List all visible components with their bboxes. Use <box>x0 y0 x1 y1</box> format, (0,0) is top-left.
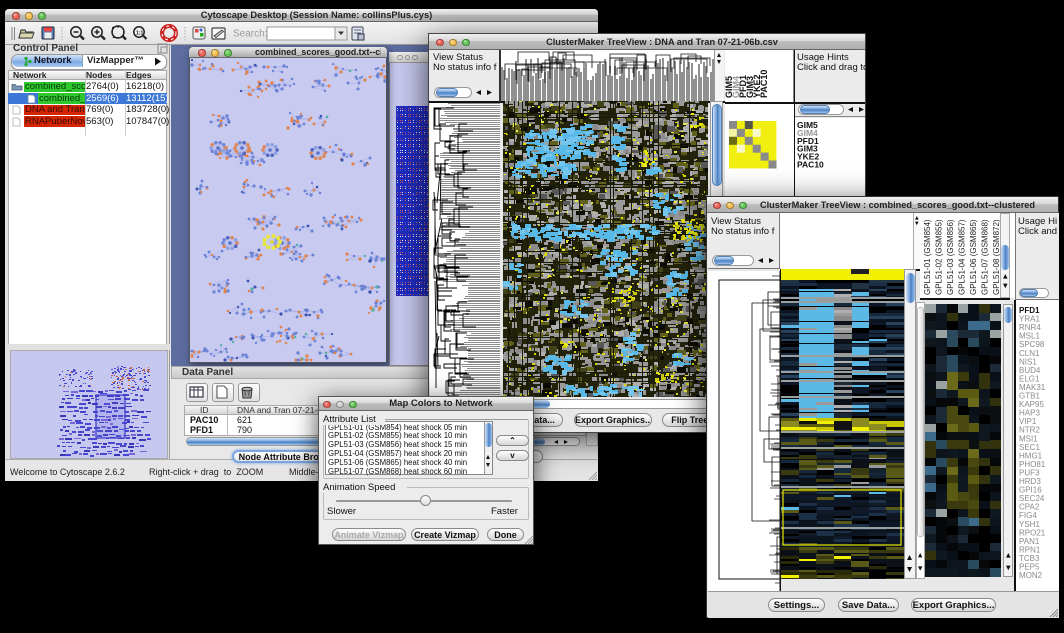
svg-text:GPL51-03 (GSM856): GPL51-03 (GSM856) <box>946 219 955 295</box>
svg-text:PAC10: PAC10 <box>797 160 824 170</box>
svg-text:PAC10: PAC10 <box>759 70 769 98</box>
svg-text:Search:: Search: <box>233 29 267 40</box>
svg-text:1:1: 1:1 <box>136 31 143 37</box>
svg-text:GPL51-07 (GSM868): GPL51-07 (GSM868) <box>981 219 990 295</box>
svg-text:GPL51-01 (GSM854): GPL51-01 (GSM854) <box>923 219 932 295</box>
svg-text:MON2: MON2 <box>1019 571 1043 580</box>
svg-text:GPL51-02 (GSM855): GPL51-02 (GSM855) <box>935 219 944 295</box>
svg-text:GPL51-08 (GSM872): GPL51-08 (GSM872) <box>992 219 1000 295</box>
svg-text:GPL51-06 (GSM865): GPL51-06 (GSM865) <box>969 219 978 295</box>
svg-text:GPL51-04 (GSM857): GPL51-04 (GSM857) <box>958 219 967 295</box>
